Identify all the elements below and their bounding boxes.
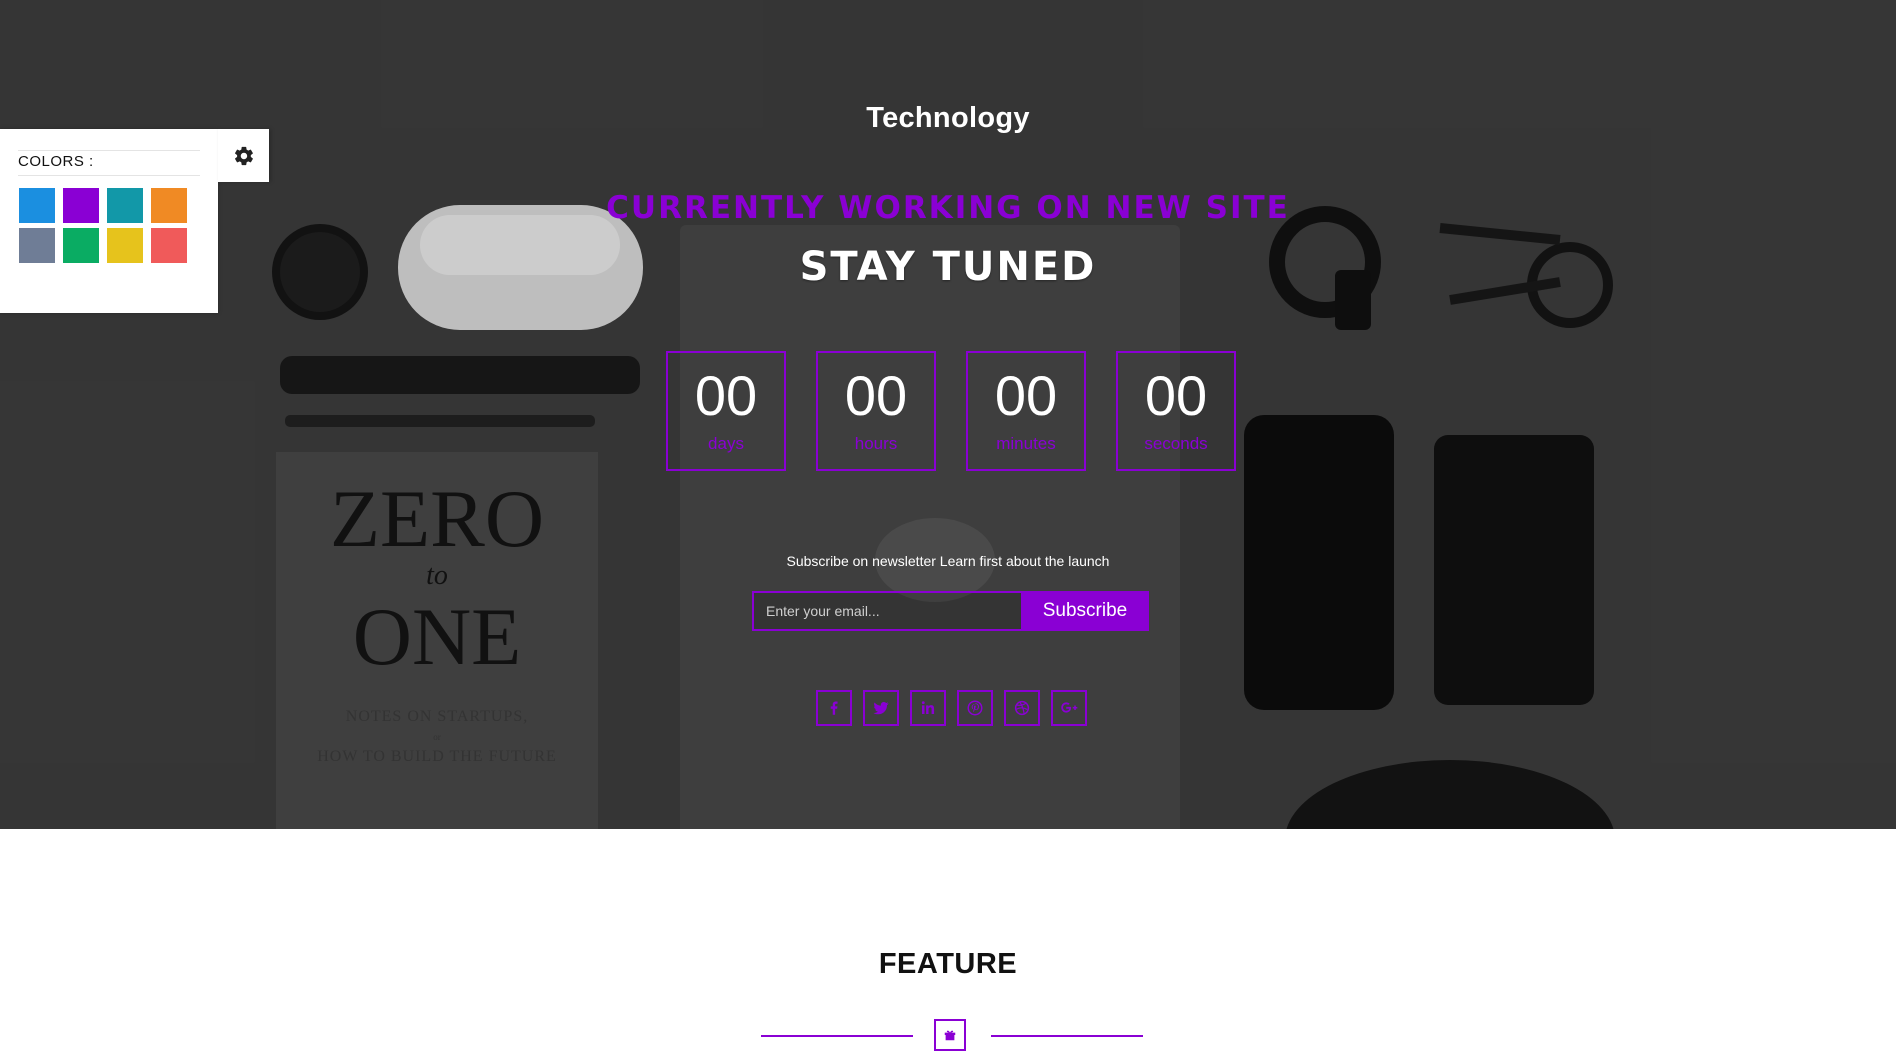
book-subtitle: NOTES ON STARTUPS,	[345, 708, 529, 725]
color-swatch-slate[interactable]	[19, 228, 55, 263]
facebook-icon[interactable]	[816, 690, 852, 726]
google-plus-icon[interactable]	[1051, 690, 1087, 726]
feature-section-title: FEATURE	[878, 948, 1018, 980]
background-book-title: ZERO to ONE NOTES ON STARTUPS, or HOW TO…	[276, 478, 598, 766]
countdown-days: 00 days	[666, 351, 786, 471]
book-title-line: ONE	[352, 591, 522, 682]
countdown-minutes: 00 minutes	[966, 351, 1086, 471]
countdown-label: minutes	[996, 434, 1056, 453]
countdown-label: days	[708, 434, 744, 453]
subscribe-form: Subscribe	[752, 591, 1149, 631]
color-switcher-panel: COLORS :	[0, 129, 218, 313]
color-swatch-green[interactable]	[63, 228, 99, 263]
gear-icon	[234, 146, 253, 165]
hero-headline: CURRENTLY WORKING ON NEW SITE	[606, 190, 1290, 226]
color-switcher-toggle-button[interactable]	[218, 129, 269, 182]
color-swatch-orange[interactable]	[151, 188, 187, 223]
gift-icon	[944, 1030, 956, 1041]
countdown-seconds: 00 seconds	[1116, 351, 1236, 471]
countdown-value: 00	[844, 364, 908, 427]
newsletter-text: Subscribe on newsletter Learn first abou…	[786, 553, 1110, 569]
color-swatch-blue[interactable]	[19, 188, 55, 223]
countdown-value: 00	[694, 364, 758, 427]
color-swatch-purple[interactable]	[63, 188, 99, 223]
site-brand-title: Technology	[866, 102, 1030, 134]
feature-icon-box	[934, 1019, 966, 1051]
dribbble-icon[interactable]	[1004, 690, 1040, 726]
email-input[interactable]	[752, 591, 1033, 631]
countdown-value: 00	[1144, 364, 1208, 427]
countdown-value: 00	[994, 364, 1058, 427]
hero-section: ZERO to ONE NOTES ON STARTUPS, or HOW TO…	[0, 0, 1896, 829]
subscribe-button[interactable]: Subscribe	[1021, 591, 1149, 631]
countdown-label: seconds	[1144, 434, 1208, 453]
color-switcher-title: COLORS :	[18, 150, 200, 176]
countdown-label: hours	[854, 434, 898, 453]
book-title-line: ZERO	[329, 473, 545, 564]
linkedin-icon[interactable]	[910, 690, 946, 726]
book-subtitle: or	[433, 732, 441, 742]
color-swatch-red[interactable]	[151, 228, 187, 263]
color-swatch-teal[interactable]	[107, 188, 143, 223]
hero-subheadline: STAY TUNED	[799, 244, 1097, 290]
feature-divider-left	[761, 1035, 913, 1037]
book-subtitle: HOW TO BUILD THE FUTURE	[317, 748, 557, 765]
feature-divider-right	[991, 1035, 1143, 1037]
countdown-hours: 00 hours	[816, 351, 936, 471]
twitter-icon[interactable]	[863, 690, 899, 726]
pinterest-icon[interactable]	[957, 690, 993, 726]
color-swatch-yellow[interactable]	[107, 228, 143, 263]
